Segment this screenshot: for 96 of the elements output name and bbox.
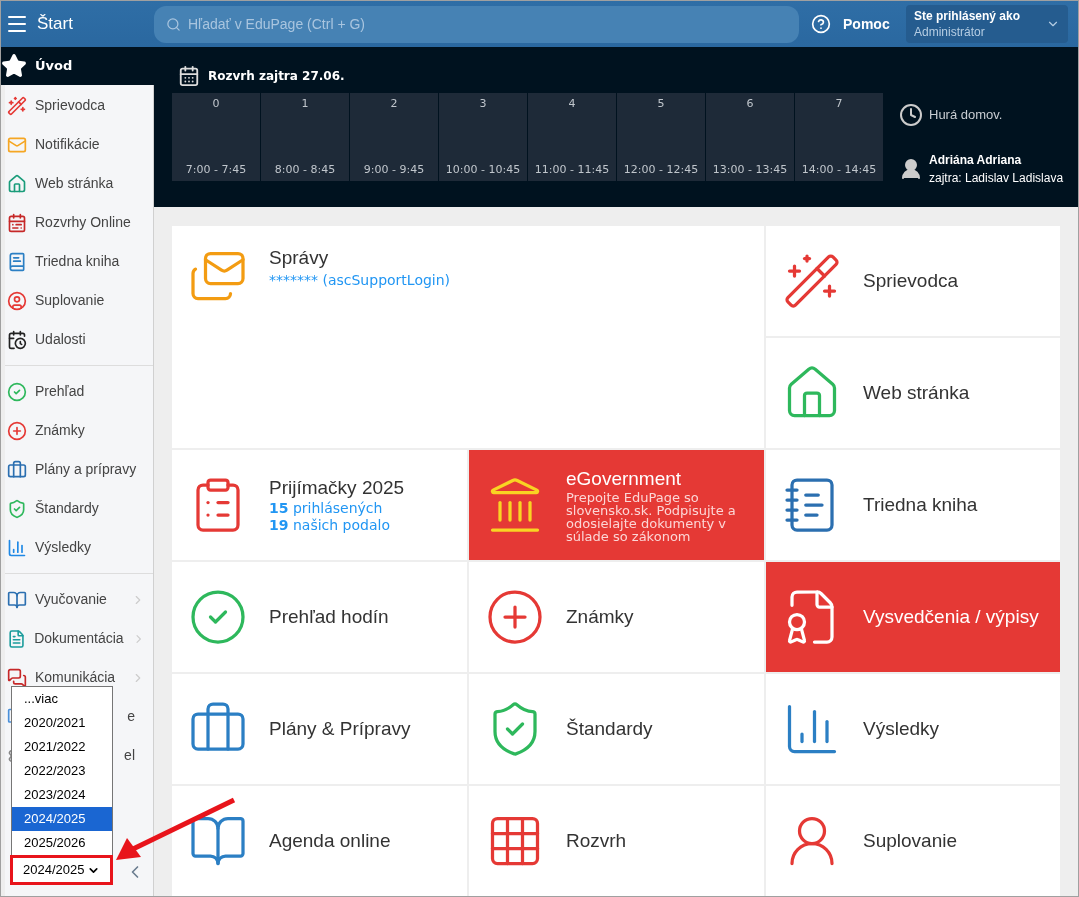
sidebar-item[interactable]: Plány a prípravy — [5, 450, 153, 489]
user-label: Ste prihlásený ako — [914, 8, 1022, 24]
teacher-name: Adriána Adriana — [929, 152, 1023, 169]
period-cell[interactable]: 3 10:00 - 10:45 — [439, 93, 527, 181]
highlighted-tile[interactable]: Vysvedčenia / výpisy — [766, 562, 1060, 672]
tile-title: Plány & Prípravy — [269, 717, 411, 741]
sidebar-item[interactable]: Prehľad — [5, 372, 153, 411]
sidebar-item[interactable]: Suplovanie — [5, 281, 153, 320]
tile-title: Agenda online — [269, 829, 391, 853]
book-icon — [7, 251, 27, 272]
help-icon — [811, 14, 831, 34]
plus-circle-icon — [7, 420, 27, 441]
sidebar-item[interactable]: Známky — [5, 411, 153, 450]
tile-title: Sprievodca — [863, 269, 959, 293]
year-option[interactable]: 2025/2026 — [12, 831, 112, 855]
tile-title: Prijímačky 2025 — [269, 476, 405, 500]
bar-chart-icon — [7, 537, 27, 558]
search-field[interactable]: Hľadať v EduPage (Ctrl + G) — [154, 5, 799, 43]
tile[interactable]: Prijímačky 2025 15 prihlásených 19 našich podalo — [172, 450, 467, 560]
year-option[interactable]: 2020/2021 — [12, 711, 112, 735]
tile-title: eGovernment — [566, 467, 683, 491]
tile[interactable]: Rozvrh — [469, 786, 764, 896]
period-cell[interactable]: 5 12:00 - 12:45 — [617, 93, 705, 181]
tile[interactable]: Výsledky — [766, 674, 1060, 784]
period-cell[interactable]: 0 7:00 - 7:45 — [172, 93, 260, 181]
tile[interactable]: Web stránka — [766, 338, 1060, 448]
check-icon — [7, 381, 27, 402]
period-cell[interactable]: 2 9:00 - 9:45 — [350, 93, 438, 181]
tile[interactable]: Agenda online — [172, 786, 467, 896]
tile[interactable]: Štandardy — [469, 674, 764, 784]
year-option[interactable]: 2021/2022 — [12, 735, 112, 759]
menu-button[interactable]: Štart — [1, 1, 154, 47]
substitute-text: zajtra: Ladislav Ladislava — [929, 170, 1064, 187]
tile-title: Vysvedčenia / výpisy — [863, 605, 1039, 629]
year-select[interactable]: 2024/2025 — [10, 855, 113, 885]
tile-title: Výsledky — [863, 717, 940, 741]
user-role: Administrátor — [914, 24, 986, 40]
tile-title: Suplovanie — [863, 829, 958, 853]
clock-icon — [899, 103, 923, 127]
tile-title: Známky — [566, 605, 634, 629]
tile[interactable]: Suplovanie — [766, 786, 1060, 896]
sidebar-item[interactable]: Dokumentácia — [5, 619, 153, 658]
tile-title: Prehľad hodín — [269, 605, 389, 629]
chat-icon — [7, 667, 27, 688]
calendar-icon — [178, 65, 200, 87]
tile-subtitle: 15 prihlásených — [269, 500, 384, 517]
tile[interactable]: Plány & Prípravy — [172, 674, 467, 784]
help-button[interactable]: Pomoc — [811, 13, 903, 35]
year-option[interactable]: 2023/2024 — [12, 783, 112, 807]
sidebar-item[interactable]: Triedna kniha — [5, 242, 153, 281]
person-icon — [899, 157, 923, 181]
sidebar-item[interactable]: Sprievodca — [5, 86, 153, 125]
tile[interactable]: Správy ******* (ascSupportLogin) — [172, 226, 764, 448]
status-text: Hurá domov. — [929, 106, 1003, 125]
sidebar-item[interactable]: Vyučovanie — [5, 580, 153, 619]
wand-icon — [7, 95, 27, 116]
period-cell[interactable]: 4 11:00 - 11:45 — [528, 93, 616, 181]
house-icon — [7, 173, 27, 194]
tile-subtitle: 19 našich podalo — [269, 517, 391, 534]
period-cell[interactable]: 7 14:00 - 14:45 — [795, 93, 883, 181]
check-icon — [188, 587, 248, 647]
year-option[interactable]: ...viac — [12, 687, 112, 711]
schedule-title: Rozvrh zajtra 27.06. — [208, 68, 345, 85]
sidebar-item[interactable]: Štandardy — [5, 489, 153, 528]
tile-title: Triedna kniha — [863, 493, 978, 517]
tile[interactable]: Známky — [469, 562, 764, 672]
plus-circle-icon — [485, 587, 545, 647]
tile-title: Správy — [269, 246, 330, 270]
briefcase-icon — [7, 459, 27, 480]
year-option[interactable]: 2022/2023 — [12, 759, 112, 783]
period-cell[interactable]: 6 13:00 - 13:45 — [706, 93, 794, 181]
star-icon — [1, 53, 27, 79]
sidebar-item[interactable]: Notifikácie — [5, 125, 153, 164]
tile-title: Web stránka — [863, 381, 970, 405]
shield-icon — [7, 498, 27, 519]
user-menu[interactable]: Ste prihlásený ako Administrátor — [906, 5, 1068, 43]
year-option[interactable]: 2024/2025 — [12, 807, 112, 831]
sidebar-item[interactable]: Rozvrhy Online — [5, 203, 153, 242]
search-icon — [166, 16, 181, 32]
tile[interactable]: Sprievodca — [766, 226, 1060, 336]
tile[interactable]: Prehľad hodín — [172, 562, 467, 672]
period-cell[interactable]: 1 8:00 - 8:45 — [261, 93, 349, 181]
tile[interactable]: Triedna kniha — [766, 450, 1060, 560]
document-icon — [7, 628, 27, 649]
sidebar-item[interactable]: Výsledky — [5, 528, 153, 567]
person-icon — [7, 290, 27, 311]
sidebar-item[interactable]: Web stránka — [5, 164, 153, 203]
sidebar-current-item[interactable]: Úvod — [1, 47, 154, 85]
tile-title: Rozvrh — [566, 829, 627, 853]
wand-icon — [782, 251, 842, 311]
calendar-icon — [7, 329, 27, 350]
timetable-icon — [7, 212, 27, 233]
tile-description: Prepojte EduPage so slovensko.sk. Podpisujte a odosielajte dokumenty v súlade so zákonom — [566, 491, 737, 543]
highlighted-tile[interactable]: eGovernment Prepojte EduPage so slovensko.sk. Podpisujte a odosielajte dokumenty v súlade so zákonom — [469, 450, 764, 560]
sidebar-item[interactable]: Udalosti — [5, 320, 153, 359]
tile-title: Štandardy — [566, 717, 653, 741]
